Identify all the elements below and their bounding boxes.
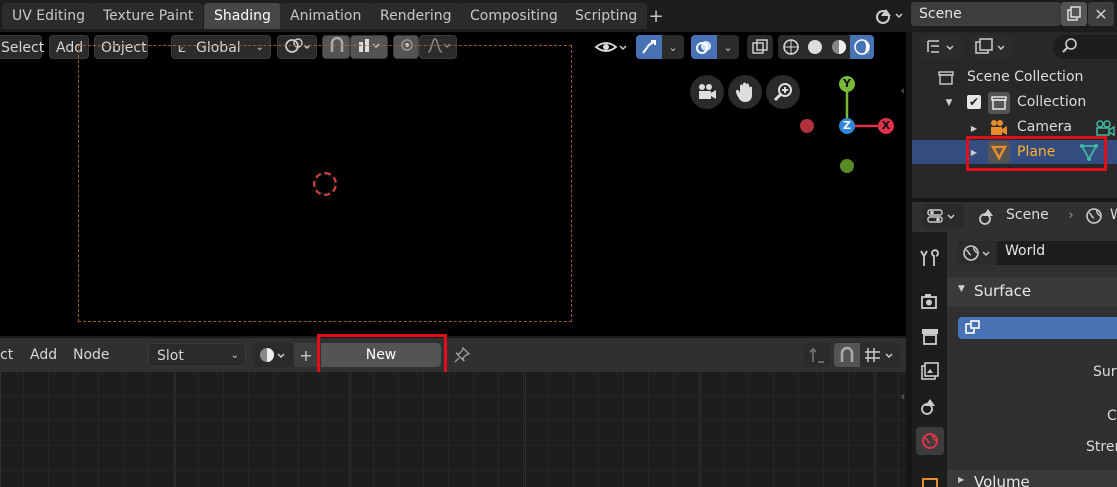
parent-node-tree-icon[interactable] — [804, 343, 830, 367]
pan-hand-icon[interactable] — [728, 75, 762, 109]
overlays-toggle-icon[interactable] — [691, 35, 717, 59]
highlight-plane-row — [966, 136, 1107, 171]
rendered-shading-icon[interactable] — [850, 35, 874, 59]
volume-panel-header[interactable]: ▶ Volume — [947, 470, 1117, 487]
camera-label[interactable]: Camera — [1017, 119, 1072, 135]
output-tab-icon[interactable] — [916, 322, 944, 350]
node-add-menu[interactable]: Add — [30, 347, 57, 363]
surface-panel-title: Surface — [974, 282, 1032, 300]
scene-collection-label[interactable]: Scene Collection — [967, 69, 1083, 85]
tab-compositing[interactable]: Compositing — [460, 3, 568, 29]
node-select-menu[interactable]: ct — [0, 347, 13, 363]
tab-texture-paint[interactable]: Texture Paint — [93, 3, 204, 29]
add-slot-icon[interactable]: + — [294, 343, 318, 367]
gizmo-z-label: Z — [843, 119, 851, 132]
tab-rendering[interactable]: Rendering — [370, 3, 462, 29]
surface-collapse-icon: ▼ — [958, 284, 965, 294]
object-tab-icon[interactable] — [916, 470, 944, 487]
world-tab-icon[interactable] — [916, 427, 944, 455]
volume-collapse-icon: ▶ — [958, 475, 965, 484]
pin-icon[interactable] — [450, 343, 474, 367]
color-label-partial: C — [1107, 408, 1117, 424]
scene-collection-icon — [936, 68, 956, 88]
collection-expand-icon[interactable]: ▼ — [943, 95, 955, 111]
xray-toggle-icon[interactable] — [747, 35, 773, 59]
camera-view-icon[interactable] — [690, 75, 724, 109]
use-nodes-button[interactable] — [958, 317, 1117, 339]
strength-label-partial: Stren — [1086, 439, 1117, 455]
surface-panel-header[interactable]: ▼ Surface — [947, 277, 1117, 307]
node-editor-canvas[interactable] — [0, 372, 906, 487]
material-browse-icon[interactable] — [253, 343, 293, 367]
tab-scripting[interactable]: Scripting — [565, 3, 648, 29]
scene-selector-icon[interactable] — [872, 3, 906, 27]
wireframe-shading-icon[interactable] — [779, 35, 803, 59]
properties-world-tab-label[interactable]: W — [1110, 207, 1117, 223]
delete-scene-icon[interactable]: ✕ — [1088, 2, 1114, 26]
outliner-filter-icon[interactable] — [970, 35, 1014, 59]
solid-shading-icon[interactable] — [803, 35, 827, 59]
gizmo-y-label: Y — [843, 77, 851, 90]
properties-editor-type-icon[interactable] — [922, 204, 964, 228]
add-workspace-icon[interactable]: + — [646, 5, 666, 27]
view-layer-tab-icon[interactable] — [916, 357, 944, 385]
slot-dropdown[interactable]: Slot ⌄ — [148, 343, 246, 367]
visibility-dropdown-icon[interactable] — [592, 35, 632, 59]
collection-label[interactable]: Collection — [1017, 94, 1086, 110]
world-context-icon — [1083, 205, 1105, 227]
scene-name-text: Scene — [919, 6, 962, 22]
3d-cursor — [313, 172, 337, 196]
render-tab-icon[interactable] — [916, 287, 944, 315]
node-node-menu[interactable]: Node — [73, 347, 110, 363]
scene-tab-icon[interactable] — [916, 392, 944, 420]
gizmo-x-label: X — [881, 119, 891, 132]
snap-node-toggle-icon[interactable] — [834, 343, 860, 367]
select-menu[interactable]: Select — [0, 35, 44, 59]
slot-label: Slot — [157, 348, 184, 364]
tab-uv-editing[interactable]: UV Editing — [2, 3, 96, 29]
volume-panel-title: Volume — [974, 473, 1030, 487]
world-selector[interactable]: World — [957, 241, 1117, 265]
outliner-display-mode-icon[interactable] — [921, 35, 963, 59]
tab-shading[interactable]: Shading — [204, 3, 281, 29]
chevron-down-icon: ⌄ — [230, 350, 239, 361]
properties-scene-label[interactable]: Scene — [1006, 207, 1049, 223]
gizmo-dropdown-icon[interactable]: ⌄ — [662, 35, 684, 59]
outliner-search-field[interactable] — [1053, 35, 1117, 59]
scene-context-icon — [977, 205, 999, 227]
tab-animation[interactable]: Animation — [280, 3, 372, 29]
tool-tab-icon[interactable] — [916, 244, 944, 272]
node-tree-icon — [964, 319, 982, 341]
world-name-text: World — [1005, 243, 1046, 259]
collection-icon — [988, 92, 1010, 114]
camera-expand-icon[interactable]: ▶ — [968, 120, 980, 136]
material-preview-shading-icon[interactable] — [827, 35, 851, 59]
collection-exclude-checkbox[interactable]: ✔ — [967, 95, 981, 109]
overlays-dropdown-icon[interactable]: ⌄ — [717, 35, 739, 59]
duplicate-scene-icon[interactable] — [1061, 2, 1087, 26]
snap-node-dropdown-icon[interactable] — [860, 343, 900, 367]
search-icon — [1061, 37, 1079, 59]
world-browse-icon[interactable] — [961, 243, 997, 267]
scene-name-field[interactable]: Scene — [911, 2, 1061, 26]
surface-label-partial: Surf — [1093, 364, 1117, 380]
gizmo-toggle-icon[interactable] — [636, 35, 662, 59]
breadcrumb-separator-icon: › — [1068, 207, 1074, 223]
